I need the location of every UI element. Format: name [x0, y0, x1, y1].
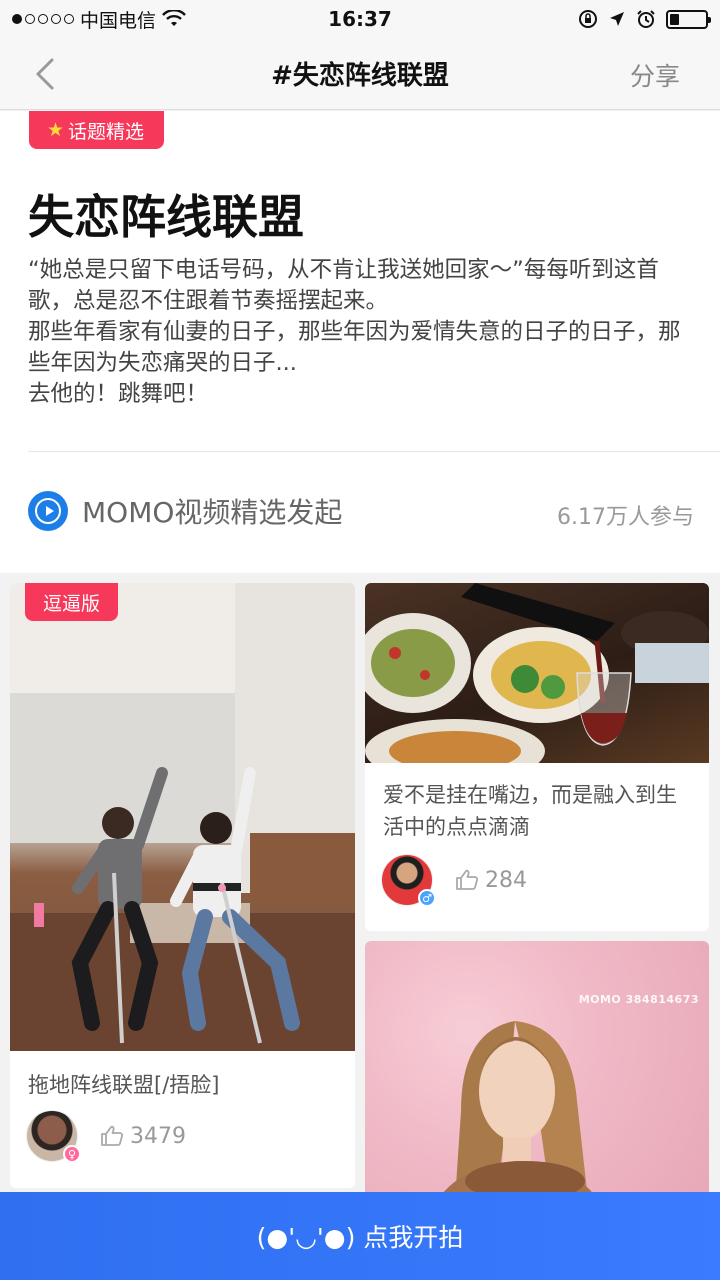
video-watermark: MOMO 384814673 [578, 993, 699, 1006]
chevron-left-icon[interactable] [28, 56, 64, 92]
like-count-value: 284 [485, 867, 527, 893]
like-count[interactable]: 3479 [100, 1124, 186, 1149]
post-thumbnail[interactable] [365, 583, 709, 763]
start-recording-button[interactable]: (●'◡'●) 点我开拍 [0, 1192, 720, 1280]
star-icon: ★ [47, 119, 65, 141]
post-meta: ♀ 3479 [26, 1110, 186, 1163]
starter-label: MOMO视频精选发起 [82, 496, 343, 529]
share-button[interactable]: 分享 [630, 57, 680, 93]
dance-scene-image [10, 583, 355, 1051]
male-icon: ♂ [418, 889, 436, 907]
play-icon [28, 491, 68, 531]
status-time: 16:37 [328, 7, 392, 31]
participants-count: 6.17万人参与 [557, 505, 694, 530]
post-meta: ♂ 284 [381, 854, 527, 907]
food-scene-image [365, 583, 709, 763]
topic-header: ★ 话题精选 失恋阵线联盟 “她总是只留下电话号码，从不肯让我送她回家～”每每听… [0, 111, 720, 573]
status-left: 中国电信 [12, 6, 272, 33]
topic-starter[interactable]: MOMO视频精选发起 [28, 491, 342, 531]
navigation-bar: #失恋阵线联盟 分享 [0, 38, 720, 110]
carrier-label: 中国电信 [80, 9, 157, 32]
post-badge: 逗逼版 [25, 583, 119, 621]
location-arrow-icon [610, 12, 624, 26]
signal-strength-icon [12, 14, 74, 24]
avatar[interactable]: ♀ [26, 1110, 81, 1163]
battery-icon [666, 9, 711, 29]
post-caption: 拖地阵线联盟[/捂脸] [28, 1073, 220, 1097]
female-icon: ♀ [63, 1145, 81, 1163]
alarm-icon [637, 10, 655, 28]
post-thumbnail[interactable] [10, 583, 355, 1051]
thumbs-up-icon [456, 869, 479, 890]
post-caption: 爱不是挂在嘴边，而是融入到生活中的点点滴滴 [383, 783, 677, 839]
rotation-lock-icon [579, 10, 597, 28]
like-count-value: 3479 [130, 1123, 186, 1149]
avatar[interactable]: ♂ [381, 854, 436, 907]
topic-title: 失恋阵线联盟 [28, 190, 304, 244]
post-card[interactable]: 爱不是挂在嘴边，而是融入到生活中的点点滴滴 ♂ 284 [365, 583, 709, 931]
thumbs-up-icon [101, 1125, 124, 1146]
status-bar: 中国电信 16:37 [0, 0, 720, 38]
featured-tag-label: 话题精选 [68, 120, 145, 143]
page-title: #失恋阵线联盟 [271, 61, 449, 91]
post-card[interactable]: 逗逼版 拖地阵线联盟[/捂脸] ♀ 3479 [10, 583, 355, 1188]
like-count[interactable]: 284 [455, 868, 527, 893]
topic-description: “她总是只留下电话号码，从不肯让我送她回家～”每每听到这首歌，总是忍不住跟着节奏… [28, 257, 681, 407]
status-right [448, 9, 711, 29]
featured-tag: ★ 话题精选 [29, 111, 165, 149]
wifi-icon [162, 10, 186, 26]
divider [28, 451, 720, 452]
